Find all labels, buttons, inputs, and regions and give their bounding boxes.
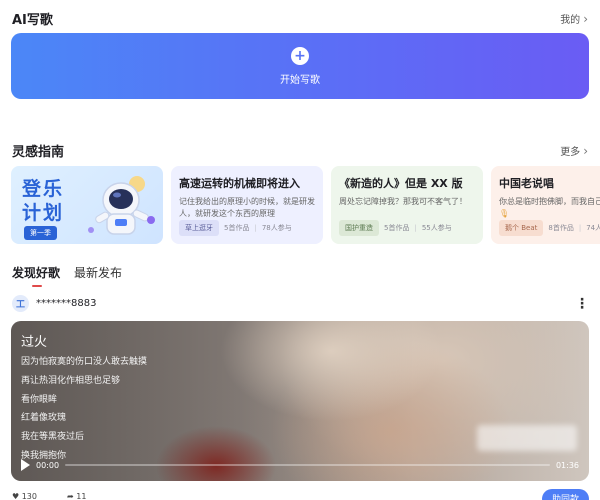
blurred-overlay xyxy=(477,425,577,451)
card-meta: 草上逛牙 5首作品 | 78人参与 xyxy=(179,220,292,236)
make-same-button[interactable]: 助同款 xyxy=(542,489,589,500)
start-writing-label: 开始写歌 xyxy=(280,74,320,86)
duration: 01:36 xyxy=(555,460,579,470)
chevron-right-icon: › xyxy=(583,143,588,158)
username: *******8883 xyxy=(36,298,97,309)
inspiration-card[interactable]: 《新造的人》但是 XX 版 周处忘记障掉我？那我可不客气了！ 国护重造 5首作品… xyxy=(331,166,483,244)
lyric-line: 红着像玫瑰 xyxy=(21,413,67,424)
current-time: 00:00 xyxy=(36,460,60,470)
my-link[interactable]: 我的 › xyxy=(560,11,588,27)
more-link[interactable]: 更多 › xyxy=(560,143,588,159)
post-user[interactable]: 工 *******8883 xyxy=(12,295,96,312)
card-title: 高速运转的机械即将进入 xyxy=(179,177,300,190)
lyrics: 因为怕寂寞的伤口没人敢去触摸 再让热泪化作相思也足够 看你眼眸 红着像玫瑰 我在… xyxy=(21,353,147,466)
my-link-label: 我的 xyxy=(560,15,581,26)
post-stats: ♥ 130 ➦ 11 xyxy=(12,492,86,500)
divider: | xyxy=(578,224,582,232)
banner-title-line2: 计划 xyxy=(22,202,65,224)
lyric-line: 再让热泪化作相思也足够 xyxy=(21,375,121,386)
card-description: 周处忘记障掉我？那我可不客气了！ xyxy=(339,197,467,206)
card-description: 记住我给出的原理小的时候，就是研发人，就研发这个东西的原理 xyxy=(179,197,315,218)
card-description-text: 你总是临时抱佛脚，而我自己 xyxy=(499,197,600,206)
share-count: 11 xyxy=(76,492,87,500)
card-tag: 草上逛牙 xyxy=(179,220,219,236)
card-meta: 鹅个 Beat 8首作品 | 74人 xyxy=(499,220,600,236)
post-header: 工 *******8883 ⋮ xyxy=(12,295,589,312)
ai-write-title: AI写歌 xyxy=(12,13,53,28)
divider: | xyxy=(254,224,257,232)
microphone-icon: 🎙 xyxy=(499,209,510,218)
inspiration-title: 灵感指南 xyxy=(12,145,65,160)
banner-season-tag: 第一季 xyxy=(24,226,57,240)
card-works: 5首作品 xyxy=(384,224,410,232)
start-writing-button[interactable]: + 开始写歌 xyxy=(11,33,589,99)
song-title: 过火 xyxy=(21,335,48,350)
card-participants: 55人参与 xyxy=(421,224,452,232)
share-button[interactable]: ➦ 11 xyxy=(67,492,86,500)
banner-title-line1: 登乐 xyxy=(22,178,65,200)
card-works: 8首作品 xyxy=(548,224,574,232)
divider: | xyxy=(414,224,417,232)
inspiration-cards: 登乐 计划 第一季 高速运转的机械即将进入 记住我给出的原理小的时候，就是研发人… xyxy=(11,166,600,244)
progress-bar[interactable] xyxy=(65,464,550,466)
avatar: 工 xyxy=(12,295,29,312)
chevron-right-icon: › xyxy=(583,11,588,26)
feed-tabs: 发现好歌 最新发布 xyxy=(12,264,122,287)
card-tag: 鹅个 Beat xyxy=(499,220,544,236)
music-plan-banner[interactable]: 登乐 计划 第一季 xyxy=(11,166,163,244)
tab-latest[interactable]: 最新发布 xyxy=(74,264,122,287)
more-vertical-icon[interactable]: ⋮ xyxy=(575,297,589,311)
lyric-line: 看你眼眸 xyxy=(21,394,58,405)
card-meta: 国护重造 5首作品 | 55人参与 xyxy=(339,220,452,236)
astronaut-illustration xyxy=(88,176,155,235)
card-title: 中国老说唱 xyxy=(499,177,554,190)
song-card[interactable]: 过火 因为怕寂寞的伤口没人敢去触摸 再让热泪化作相思也足够 看你眼眸 红着像玫瑰… xyxy=(11,321,589,481)
plus-icon: + xyxy=(291,46,309,65)
card-participants: 74人 xyxy=(586,224,600,232)
card-tag: 国护重造 xyxy=(339,220,379,236)
ai-write-header: AI写歌 我的 › xyxy=(12,9,588,29)
more-link-label: 更多 xyxy=(560,147,581,158)
card-description: 你总是临时抱佛脚，而我自己 🎙 xyxy=(499,196,600,220)
like-count: 130 xyxy=(21,492,37,500)
card-title: 《新造的人》但是 XX 版 xyxy=(339,177,463,190)
lyric-line: 我在等黑夜过后 xyxy=(21,432,85,443)
player-controls: 00:00 01:36 xyxy=(21,459,579,471)
play-icon[interactable] xyxy=(21,459,30,471)
lyric-line: 因为怕寂寞的伤口没人敢去触摸 xyxy=(21,357,148,367)
like-button[interactable]: ♥ 130 xyxy=(12,492,37,500)
card-works: 5首作品 xyxy=(224,224,250,232)
inspiration-card[interactable]: 高速运转的机械即将进入 记住我给出的原理小的时候，就是研发人，就研发这个东西的原… xyxy=(171,166,323,244)
inspiration-header: 灵感指南 更多 › xyxy=(12,141,588,161)
tab-discover[interactable]: 发现好歌 xyxy=(12,264,60,287)
inspiration-card[interactable]: 中国老说唱 你总是临时抱佛脚，而我自己 🎙 鹅个 Beat 8首作品 | 74人 xyxy=(491,166,600,244)
card-participants: 78人参与 xyxy=(261,224,292,232)
